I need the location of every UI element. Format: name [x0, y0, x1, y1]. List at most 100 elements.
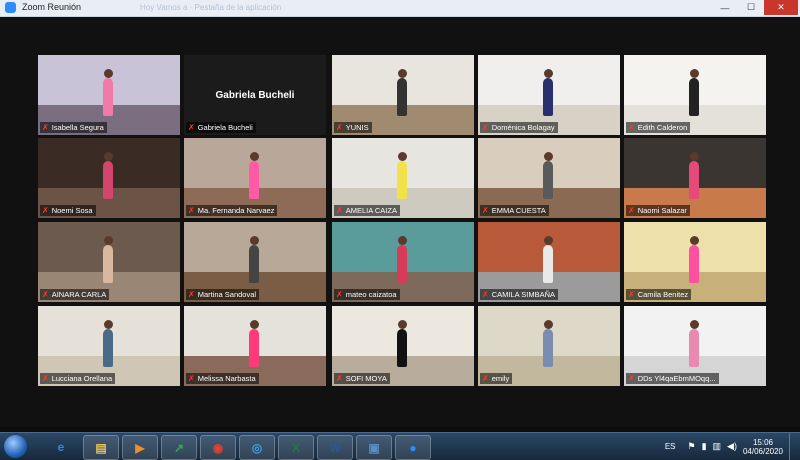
participant-head	[104, 152, 113, 161]
participant-name: Edith Calderon	[637, 123, 688, 132]
taskbar-network-icon[interactable]: ◎	[239, 435, 275, 460]
video-tile[interactable]: ✗ AMELIA CAIZA	[332, 138, 474, 218]
network-tray-icon[interactable]: ▥	[713, 441, 722, 452]
participant-name: Noemi Sosa	[51, 206, 93, 215]
participant-head	[690, 69, 699, 78]
participant-figure	[249, 329, 259, 367]
flag-icon[interactable]: ⚑	[687, 441, 695, 452]
clock-time: 15:06	[752, 437, 773, 447]
participant-figure	[103, 161, 113, 199]
window-controls: — ☐ ✕	[712, 0, 798, 15]
video-tile[interactable]: ✗ Melissa Narbasta	[184, 306, 326, 386]
taskbar-window-icon[interactable]: ▣	[356, 435, 392, 460]
participant-name: emily	[491, 374, 510, 383]
start-button[interactable]	[4, 435, 27, 458]
taskbar-zoom-icon[interactable]: ●	[395, 435, 431, 460]
participant-head	[690, 152, 699, 161]
participant-figure	[543, 245, 553, 283]
maximize-button[interactable]: ☐	[738, 0, 764, 15]
show-desktop-button[interactable]	[789, 433, 800, 460]
participant-head	[544, 236, 553, 245]
participant-figure	[689, 245, 699, 283]
participant-head	[690, 320, 699, 329]
video-tile[interactable]: ✗ Lucciana Orellana	[38, 306, 180, 386]
muted-mic-icon: ✗	[42, 289, 49, 299]
video-tile[interactable]: ✗ emily	[478, 306, 620, 386]
participant-name: Melissa Narbasta	[197, 374, 256, 383]
clock[interactable]: 15:06 04/06/2020	[743, 438, 783, 456]
participant-name-label: ✗ emily	[480, 373, 513, 384]
participant-figure	[543, 78, 553, 116]
participant-name-label: ✗ YUNIS	[334, 122, 372, 133]
participant-figure	[689, 329, 699, 367]
video-tile[interactable]: ✗ Ma. Fernanda Narvaez	[184, 138, 326, 218]
participant-head	[398, 69, 407, 78]
window-titlebar: Zoom Reunión Hoy Vamos a · Pestaña de la…	[0, 0, 800, 17]
windows-taskbar: e ▤ ▶ ↗ ◉ ◎ X W ▣ ● ES ⚑ ▮ ▥ ◀) 15:06 04/06/2020	[0, 432, 800, 460]
taskbar-word-icon[interactable]: W	[317, 435, 353, 460]
participant-figure	[103, 245, 113, 283]
video-tile[interactable]: ✗ Isabella Segura	[38, 55, 180, 135]
video-tile[interactable]: ✗ SOFI MOYA	[332, 306, 474, 386]
taskbar-chrome-icon[interactable]: ◉	[200, 435, 236, 460]
participant-name-label: ✗ mateo caizatoa	[334, 289, 400, 300]
video-tile[interactable]: ✗ mateo caizatoa	[332, 222, 474, 302]
participant-head	[544, 320, 553, 329]
language-indicator[interactable]: ES	[665, 442, 676, 451]
battery-icon[interactable]: ▮	[702, 441, 707, 452]
close-button[interactable]: ✕	[764, 0, 798, 15]
taskbar-excel-icon[interactable]: X	[278, 435, 314, 460]
participant-name-label: ✗ Melissa Narbasta	[186, 373, 259, 384]
participant-head	[398, 152, 407, 161]
participant-name-label: ✗ Lucciana Orellana	[40, 373, 116, 384]
participant-figure	[689, 78, 699, 116]
participant-name: CAMILA SIMBAÑA	[491, 290, 556, 299]
video-tile[interactable]: ✗ Naomi Salazar	[624, 138, 766, 218]
muted-mic-icon: ✗	[42, 373, 49, 383]
volume-icon[interactable]: ◀)	[727, 441, 737, 452]
taskbar-explorer-icon[interactable]: ▤	[83, 435, 119, 460]
participant-name: mateo caizatoa	[345, 290, 397, 299]
participant-name: Martina Sandoval	[197, 290, 257, 299]
video-tile[interactable]: ✗ Doménica Bolagay	[478, 55, 620, 135]
participant-name: Naomi Salazar	[637, 206, 687, 215]
muted-mic-icon: ✗	[336, 205, 343, 215]
muted-mic-icon: ✗	[628, 122, 635, 132]
video-tile[interactable]: ✗ CAMILA SIMBAÑA	[478, 222, 620, 302]
muted-mic-icon: ✗	[188, 289, 195, 299]
participant-name-label: ✗ Gabriela Bucheli	[186, 122, 256, 133]
muted-mic-icon: ✗	[628, 289, 635, 299]
muted-mic-icon: ✗	[628, 205, 635, 215]
participant-name-label: ✗ AINARA CARLA	[40, 289, 110, 300]
participant-head	[544, 152, 553, 161]
participant-figure	[249, 245, 259, 283]
taskbar-media-icon[interactable]: ▶	[122, 435, 158, 460]
participant-name: AMELIA CAIZA	[345, 206, 397, 215]
video-tile[interactable]: ✗ Edith Calderon	[624, 55, 766, 135]
video-tile[interactable]: Gabriela Bucheli ✗ Gabriela Bucheli	[184, 55, 326, 135]
video-tile[interactable]: ✗ Martina Sandoval	[184, 222, 326, 302]
participant-figure	[397, 245, 407, 283]
muted-mic-icon: ✗	[188, 122, 195, 132]
minimize-button[interactable]: —	[712, 0, 738, 15]
muted-mic-icon: ✗	[42, 122, 49, 132]
muted-mic-icon: ✗	[482, 205, 489, 215]
video-tile[interactable]: ✗ Camila Benitez	[624, 222, 766, 302]
taskbar-stocks-icon[interactable]: ↗	[161, 435, 197, 460]
video-tile[interactable]: ✗ Noemi Sosa	[38, 138, 180, 218]
participant-figure	[103, 78, 113, 116]
video-tile[interactable]: ✗ DDs Yl4qaEbmMOqq...	[624, 306, 766, 386]
participant-figure	[689, 161, 699, 199]
video-tile[interactable]: ✗ YUNIS	[332, 55, 474, 135]
video-tile[interactable]: ✗ AINARA CARLA	[38, 222, 180, 302]
participant-name-label: ✗ EMMA CUESTA	[480, 205, 549, 216]
participant-head	[398, 236, 407, 245]
participant-name-label: ✗ Doménica Bolagay	[480, 122, 558, 133]
participant-name-label: ✗ Camila Benitez	[626, 289, 692, 300]
taskbar-ie-icon[interactable]: e	[44, 435, 78, 458]
muted-mic-icon: ✗	[336, 373, 343, 383]
muted-mic-icon: ✗	[628, 373, 635, 383]
participant-name: Isabella Segura	[51, 123, 104, 132]
participant-name-label: ✗ Isabella Segura	[40, 122, 107, 133]
video-tile[interactable]: ✗ EMMA CUESTA	[478, 138, 620, 218]
